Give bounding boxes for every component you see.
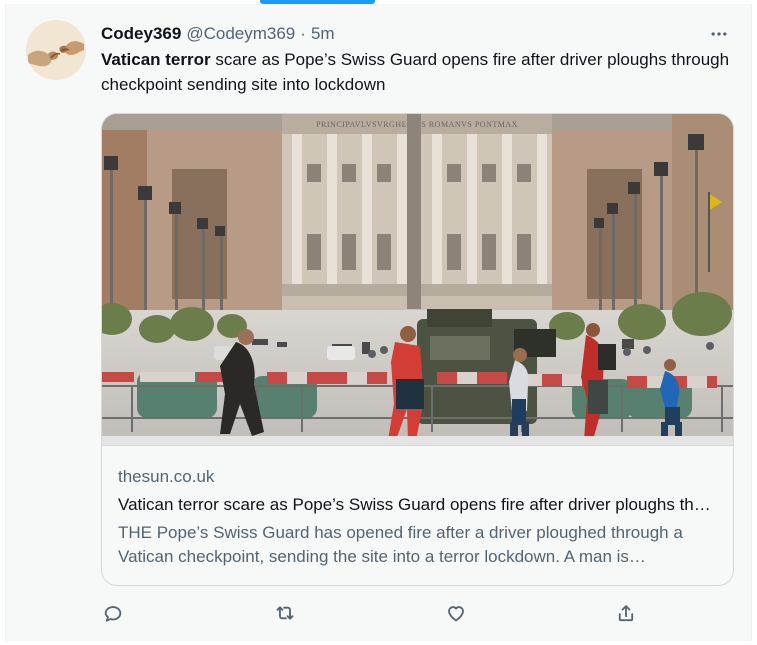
vatican-checkpoint-photo: PRINCIPAVLVSVRGHESIVS ROMANVS PONTMAX	[102, 114, 733, 445]
avatar[interactable]	[26, 20, 86, 80]
share-icon	[618, 605, 634, 622]
tweet-text: Vatican terror scare as Pope’s Swiss Gua…	[101, 47, 736, 97]
card-domain: thesun.co.uk	[118, 467, 215, 486]
tweet-actions	[101, 602, 641, 624]
like-button[interactable]	[444, 602, 468, 624]
card-description: THE Pope’s Swiss Guard has opened fire a…	[118, 523, 683, 566]
separator-dot: ·	[300, 24, 306, 43]
author-handle[interactable]: @Codeym369	[186, 22, 295, 46]
tweet-header: Codey369 @Codeym369 · 5m	[101, 22, 731, 46]
tweet-text-bold: Vatican terror	[101, 50, 211, 69]
like-icon	[448, 606, 464, 622]
avatar-creation-of-adam-image	[26, 20, 86, 80]
tweet-timestamp[interactable]: 5m	[311, 22, 335, 46]
retweet-button[interactable]	[273, 602, 297, 624]
link-preview-card[interactable]: PRINCIPAVLVSVRGHESIVS ROMANVS PONTMAX th…	[101, 113, 734, 586]
reply-icon	[104, 606, 122, 622]
card-image[interactable]: PRINCIPAVLVSVRGHESIVS ROMANVS PONTMAX	[102, 114, 733, 446]
card-title: Vatican terror scare as Pope’s Swiss Gua…	[118, 495, 716, 514]
author-display-name[interactable]: Codey369	[101, 22, 181, 46]
retweet-icon	[276, 606, 294, 620]
tweet[interactable]: Codey369 @Codeym369 · 5m Vatican terror …	[5, 4, 752, 641]
more-options-icon[interactable]	[707, 22, 731, 46]
card-body[interactable]: thesun.co.uk Vatican terror scare as Pop…	[118, 466, 716, 569]
reply-button[interactable]	[101, 602, 125, 624]
share-button[interactable]	[614, 602, 638, 624]
